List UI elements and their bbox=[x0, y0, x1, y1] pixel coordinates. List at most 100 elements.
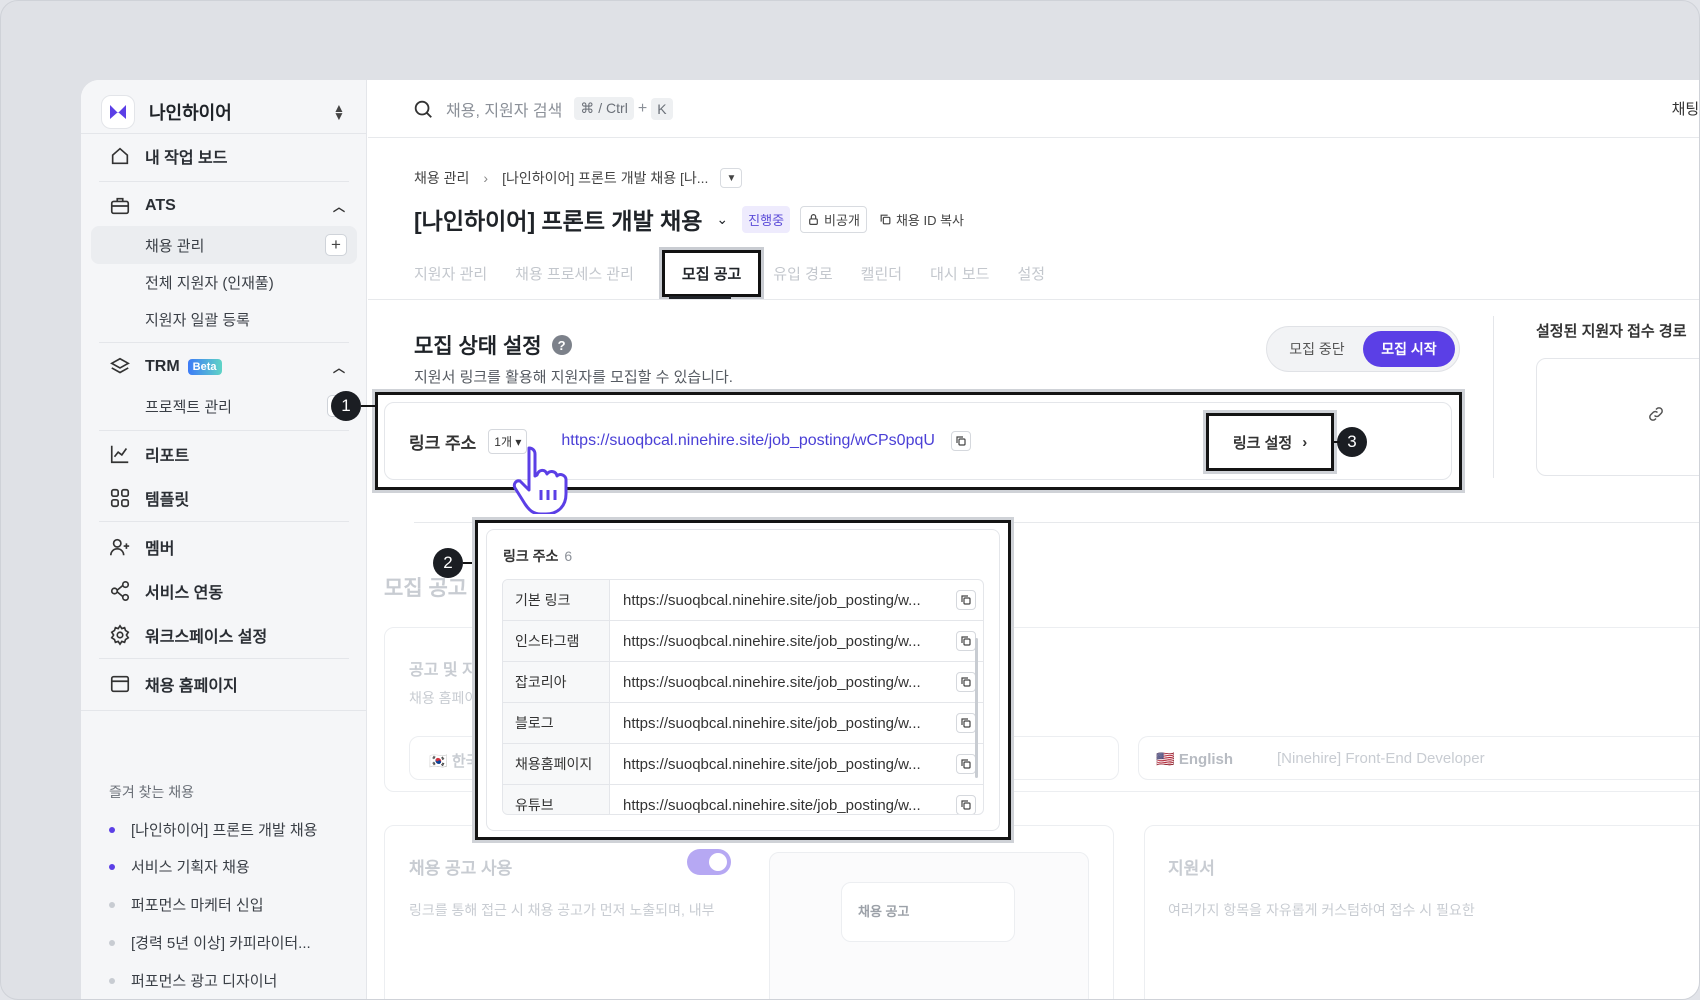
tab-calendar[interactable]: 캘린더 bbox=[861, 263, 902, 284]
breadcrumb-dropdown-button[interactable]: ▼ bbox=[720, 168, 743, 188]
tab-divider bbox=[368, 299, 1699, 300]
right-panel-card bbox=[1536, 358, 1699, 476]
visibility-badge[interactable]: 비공개 bbox=[800, 205, 867, 233]
sidebar-item-member[interactable]: 멤버 bbox=[109, 534, 349, 560]
add-job-button[interactable]: + bbox=[325, 234, 347, 256]
sidebar-item-label: 프로젝트 관리 bbox=[145, 398, 232, 416]
sidebar-item-job-management[interactable]: 채용 관리 + bbox=[91, 226, 357, 264]
link-url[interactable]: https://suoqbcal.ninehire.site/job_posti… bbox=[610, 797, 940, 814]
copy-link-button[interactable] bbox=[956, 672, 976, 692]
lang-en-label: 🇺🇸 English bbox=[1156, 751, 1234, 768]
copy-icon bbox=[961, 718, 971, 728]
breadcrumb-root[interactable]: 채용 관리 bbox=[414, 168, 469, 188]
chevron-down-icon[interactable]: ⌄ bbox=[716, 211, 728, 228]
chevron-up-icon[interactable]: ︿ bbox=[333, 359, 345, 376]
popup-title-text: 링크 주소 bbox=[503, 548, 559, 564]
copy-link-button[interactable] bbox=[956, 795, 976, 814]
favorite-item[interactable]: 퍼포먼스 마케터 신입 bbox=[109, 894, 264, 915]
breadcrumb: 채용 관리 › [나인하이어] 프론트 개발 채용 [나... ▼ bbox=[414, 168, 743, 188]
link-label: 링크 주소 bbox=[409, 433, 477, 453]
favorite-item[interactable]: [경력 5년 이상] 카피라이터... bbox=[109, 932, 311, 953]
status-badge: 진행중 bbox=[742, 205, 791, 233]
sidebar-item-home[interactable]: 내 작업 보드 bbox=[109, 143, 349, 169]
divider bbox=[81, 133, 367, 134]
copy-link-button[interactable] bbox=[956, 713, 976, 733]
link-name: 인스타그램 bbox=[503, 621, 610, 661]
app-window: 나인하이어 ▲ ▼ 내 작업 보드 ATS ︿ 채용 관리 + 전체 지원자 (인… bbox=[81, 80, 1699, 999]
share-icon bbox=[110, 581, 130, 601]
sidebar-item-template[interactable]: 템플릿 bbox=[109, 485, 349, 511]
annotation-connector bbox=[463, 562, 475, 564]
sidebar-item-report[interactable]: 리포트 bbox=[109, 441, 349, 467]
recruit-status-toggle: 모집 중단 모집 시작 bbox=[1266, 326, 1460, 372]
copy-link-button[interactable] bbox=[950, 431, 971, 451]
briefcase-icon bbox=[110, 197, 130, 215]
sidebar-item-trm[interactable]: TRM Beta ︿ bbox=[109, 354, 349, 380]
link-settings-button[interactable]: 링크 설정 › bbox=[1203, 410, 1337, 474]
job-title-row: [나인하이어] 프론트 개발 채용 ⌄ 진행중 비공개 채용 ID 복사 bbox=[414, 202, 964, 236]
tab-dashboard[interactable]: 대시 보드 bbox=[930, 263, 989, 284]
table-row: 채용홈페이지 https://suoqbcal.ninehire.site/jo… bbox=[503, 744, 983, 785]
sidebar-item-projects[interactable]: 프로젝트 관리 + bbox=[145, 393, 349, 419]
link-url[interactable]: https://suoqbcal.ninehire.site/job_posti… bbox=[610, 674, 940, 691]
link-url[interactable]: https://suoqbcal.ninehire.site/job_posti… bbox=[610, 756, 940, 773]
divider bbox=[1493, 316, 1494, 478]
sidebar-item-workspace-settings[interactable]: 워크스페이스 설정 bbox=[109, 622, 349, 648]
table-row: 유튜브 https://suoqbcal.ninehire.site/job_p… bbox=[503, 785, 983, 814]
favorites-title: 즐겨 찾는 채용 bbox=[109, 784, 195, 800]
form-title: 지원서 bbox=[1168, 859, 1215, 878]
link-url[interactable]: https://suoqbcal.ninehire.site/job_posti… bbox=[610, 715, 940, 732]
copy-icon bbox=[961, 636, 971, 646]
sidebar-item-bulk-register[interactable]: 지원자 일괄 등록 bbox=[145, 306, 349, 332]
chevron-up-icon[interactable]: ︿ bbox=[333, 198, 345, 215]
grid-icon bbox=[110, 488, 130, 508]
hand-pointer-icon bbox=[512, 446, 568, 514]
form-desc: 여러가지 항목을 자유롭게 커스텀하여 접수 시 필요한 bbox=[1168, 902, 1475, 918]
lang-en-value: [Ninehire] Front-End Developer bbox=[1277, 750, 1485, 767]
section-description: 지원서 링크를 활용해 지원자를 모집할 수 있습니다. bbox=[414, 369, 733, 386]
sidebar-item-all-applicants[interactable]: 전체 지원자 (인재풀) bbox=[145, 269, 349, 295]
copy-link-button[interactable] bbox=[956, 754, 976, 774]
divider bbox=[99, 658, 349, 659]
sidebar-item-ats[interactable]: ATS ︿ bbox=[109, 193, 349, 219]
tab-process[interactable]: 채용 프로세스 관리 bbox=[515, 263, 634, 284]
copy-job-id-button[interactable]: 채용 ID 복사 bbox=[879, 210, 964, 229]
scrollbar[interactable] bbox=[975, 638, 978, 778]
tab-settings[interactable]: 설정 bbox=[1017, 263, 1045, 284]
tab-applicants[interactable]: 지원자 관리 bbox=[414, 263, 487, 284]
sidebar-item-label: 전체 지원자 (인재풀) bbox=[145, 274, 274, 292]
use-posting-toggle[interactable] bbox=[687, 849, 731, 875]
search-bar[interactable]: 채용, 지원자 검색 ⌘ / Ctrl + K bbox=[412, 97, 677, 121]
copy-link-button[interactable] bbox=[956, 631, 976, 651]
shortcut-plus: + bbox=[637, 99, 648, 117]
link-url[interactable]: https://suoqbcal.ninehire.site/job_posti… bbox=[610, 592, 940, 609]
copy-icon bbox=[880, 214, 891, 224]
sidebar-item-label: ATS bbox=[145, 197, 176, 214]
section-title: 모집 상태 설정 ? bbox=[414, 330, 572, 360]
sidebar-item-label: 워크스페이스 설정 bbox=[145, 629, 268, 646]
favorite-item[interactable]: 서비스 기획자 채용 bbox=[109, 856, 250, 877]
copy-id-label: 채용 ID 복사 bbox=[895, 212, 965, 228]
sidebar-item-homepage[interactable]: 채용 홈페이지 bbox=[109, 671, 349, 697]
preview-label: 채용 공고 bbox=[858, 904, 910, 919]
layers-icon bbox=[110, 357, 130, 374]
top-bar: 채용, 지원자 검색 ⌘ / Ctrl + K 채팅 상담 bbox=[368, 80, 1699, 138]
sort-arrows-icon[interactable]: ▲ ▼ bbox=[329, 102, 349, 122]
workspace-switcher[interactable]: 나인하이어 ▲ ▼ bbox=[101, 92, 349, 132]
stop-recruit-button[interactable]: 모집 중단 bbox=[1271, 331, 1363, 367]
link-name: 유튜브 bbox=[503, 785, 610, 814]
start-recruit-button[interactable]: 모집 시작 bbox=[1363, 331, 1455, 367]
tab-job-posting[interactable]: 모집 공고 bbox=[658, 246, 765, 300]
favorite-item[interactable]: 퍼포먼스 광고 디자이너 bbox=[109, 970, 277, 991]
sidebar-item-integration[interactable]: 서비스 연동 bbox=[109, 578, 349, 604]
sidebar-item-label: 리포트 bbox=[145, 448, 190, 465]
help-icon[interactable]: ? bbox=[551, 335, 572, 355]
link-url[interactable]: https://suoqbcal.ninehire.site/job_posti… bbox=[561, 432, 935, 450]
favorite-item[interactable]: [나인하이어] 프론트 개발 채용 bbox=[109, 819, 317, 840]
window-frame: 나인하이어 ▲ ▼ 내 작업 보드 ATS ︿ 채용 관리 + 전체 지원자 (인… bbox=[0, 0, 1700, 1000]
copy-link-button[interactable] bbox=[956, 590, 976, 610]
link-url[interactable]: https://suoqbcal.ninehire.site/job_posti… bbox=[610, 633, 940, 650]
table-row: 기본 링크 https://suoqbcal.ninehire.site/job… bbox=[503, 580, 983, 621]
tab-inflow[interactable]: 유입 경로 bbox=[773, 263, 832, 284]
chat-support-link[interactable]: 채팅 상담 bbox=[1672, 98, 1699, 119]
